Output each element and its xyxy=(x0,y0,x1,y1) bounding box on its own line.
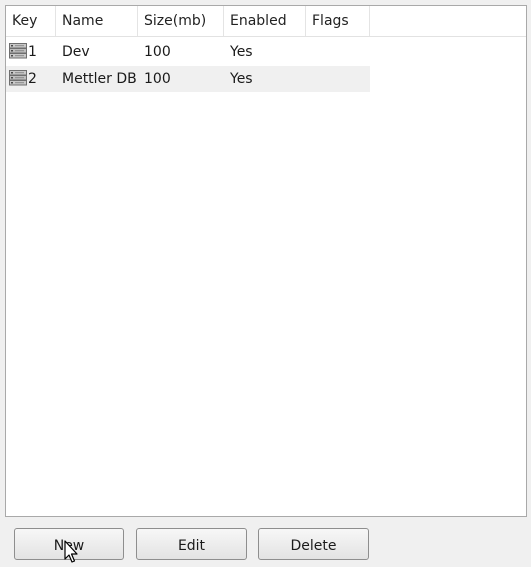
row-name: Dev xyxy=(62,44,90,60)
row-flags xyxy=(306,39,370,65)
list-row[interactable]: 1 Dev 100 Yes xyxy=(6,39,370,65)
column-header-flags[interactable]: Flags xyxy=(306,6,370,36)
row-enabled: Yes xyxy=(230,44,253,60)
row-key-cell: 1 xyxy=(6,39,56,65)
database-icon xyxy=(9,70,27,86)
row-size: 100 xyxy=(144,44,171,60)
new-button[interactable]: New xyxy=(14,528,124,560)
list-header: Key Name Size(mb) Enabled Flags xyxy=(6,6,526,37)
list-row[interactable]: 2 Mettler DB 100 Yes xyxy=(6,66,370,92)
edit-button[interactable]: Edit xyxy=(136,528,247,560)
database-icon xyxy=(9,43,27,59)
row-key: 2 xyxy=(28,71,37,87)
database-list-view[interactable]: Key Name Size(mb) Enabled Flags 1 Dev 10… xyxy=(5,5,527,517)
row-enabled: Yes xyxy=(230,71,253,87)
column-header-key[interactable]: Key xyxy=(6,6,56,36)
button-bar: New Edit Delete xyxy=(5,517,527,567)
row-key-cell: 2 xyxy=(6,66,56,92)
row-name: Mettler DB xyxy=(62,71,137,87)
column-header-size[interactable]: Size(mb) xyxy=(138,6,224,36)
column-header-name[interactable]: Name xyxy=(56,6,138,36)
row-flags xyxy=(306,66,370,92)
delete-button[interactable]: Delete xyxy=(258,528,369,560)
column-header-enabled[interactable]: Enabled xyxy=(224,6,306,36)
row-size: 100 xyxy=(144,71,171,87)
row-key: 1 xyxy=(28,44,37,60)
